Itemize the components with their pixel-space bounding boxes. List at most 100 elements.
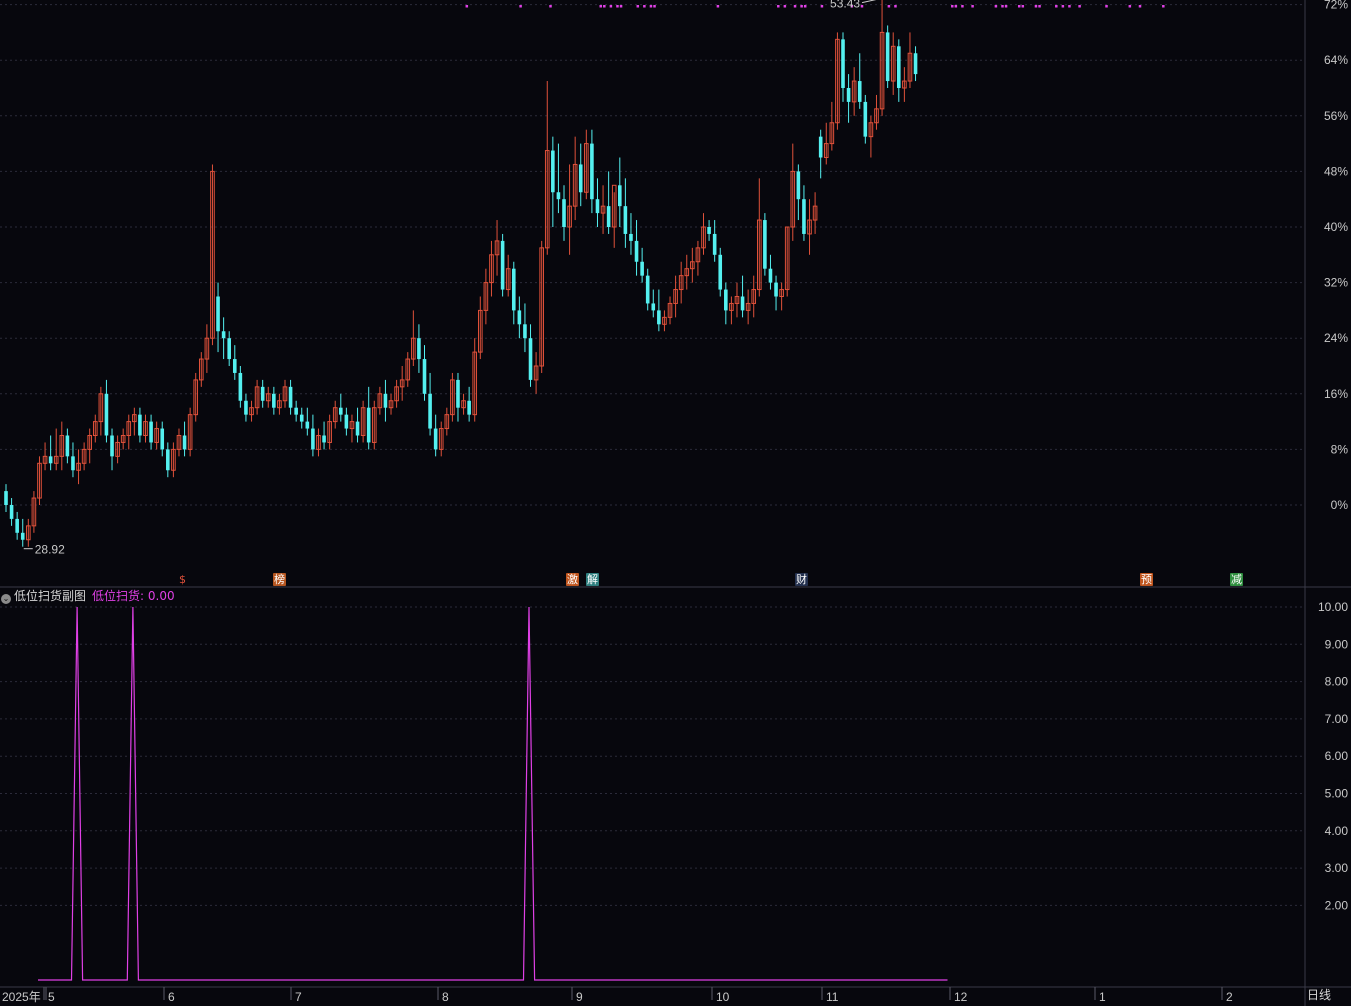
candle-body xyxy=(913,53,918,75)
candle-body xyxy=(818,136,823,158)
candle-body xyxy=(556,192,561,200)
signal-dot xyxy=(894,5,897,8)
event-marker[interactable]: 预 xyxy=(1140,573,1153,586)
signal-dot xyxy=(994,5,998,8)
signal-dot xyxy=(1021,5,1025,8)
candle-body xyxy=(562,199,566,227)
candle-body xyxy=(629,233,633,241)
candle-body xyxy=(712,233,717,255)
candle-body xyxy=(20,532,25,540)
signal-dot xyxy=(1105,5,1108,8)
candle-body xyxy=(355,421,360,436)
candle-body xyxy=(740,296,745,311)
x-tick-label: 1 xyxy=(1099,990,1106,1004)
x-tick-label: 12 xyxy=(954,990,968,1004)
indicator-y-tick-label: 2.00 xyxy=(1325,898,1349,912)
candle-body xyxy=(645,275,650,304)
candle-body xyxy=(322,435,326,443)
signal-dot xyxy=(636,5,640,8)
dollar-icon[interactable]: $ xyxy=(176,573,189,586)
signal-dot xyxy=(1061,5,1065,8)
candle-body xyxy=(4,491,8,505)
candle-body xyxy=(846,88,851,102)
candle-body xyxy=(623,206,628,234)
signal-dot xyxy=(599,5,602,8)
signal-dot xyxy=(1055,5,1058,8)
candle-body xyxy=(590,143,594,200)
event-marker[interactable]: 解 xyxy=(586,573,599,586)
candle-body xyxy=(138,414,142,436)
candle-body xyxy=(433,428,438,450)
low-price-label: 28.92 xyxy=(35,543,65,557)
x-tick-label: 10 xyxy=(716,990,730,1004)
candle-body xyxy=(724,289,728,311)
price-y-tick-label: 8% xyxy=(1331,442,1349,456)
signal-dot xyxy=(649,5,653,8)
candle-body xyxy=(182,435,187,450)
candle-body xyxy=(232,359,237,373)
signal-dot xyxy=(1068,5,1071,8)
candle-body xyxy=(48,456,53,464)
x-tick-label: 6 xyxy=(168,990,175,1004)
signal-dot xyxy=(793,5,797,8)
candle-body xyxy=(606,206,611,227)
price-y-tick-label: 56% xyxy=(1324,109,1348,123)
candle-body xyxy=(104,393,109,436)
signal-dot xyxy=(549,5,552,8)
indicator-y-tick-label: 7.00 xyxy=(1325,712,1349,726)
x-tick-label: 7 xyxy=(295,990,302,1004)
signal-dot xyxy=(619,5,623,8)
candle-body xyxy=(595,199,600,214)
candle-body xyxy=(260,386,265,401)
candle-body xyxy=(578,164,583,193)
high-price-label: 53.43 xyxy=(830,0,860,11)
candle-body xyxy=(523,324,527,339)
candle-body xyxy=(9,505,14,519)
candle-body xyxy=(366,407,371,443)
x-tick-label: 9 xyxy=(576,990,583,1004)
period-button[interactable]: 日线 xyxy=(1307,986,1331,1003)
price-y-tick-label: 72% xyxy=(1324,0,1348,12)
event-marker[interactable]: 减 xyxy=(1230,573,1243,586)
candle-body xyxy=(383,393,388,408)
price-y-tick-label: 16% xyxy=(1324,387,1348,401)
event-marker[interactable]: 激 xyxy=(566,573,579,586)
candle-body xyxy=(857,81,862,102)
signal-dot xyxy=(1138,5,1142,8)
x-tick-label: 2 xyxy=(1226,990,1233,1004)
signal-dot xyxy=(860,5,864,8)
candle-body xyxy=(339,407,343,415)
signal-dot xyxy=(643,5,646,8)
candle-body xyxy=(456,379,460,408)
signal-dot xyxy=(716,5,720,8)
signal-dot xyxy=(1017,5,1021,8)
signal-dot xyxy=(1078,5,1081,8)
indicator-y-tick-label: 5.00 xyxy=(1325,787,1349,801)
indicator-header: ⌄ 低位扫货副图 低位扫货: 0.00 xyxy=(0,588,175,604)
signal-dot xyxy=(1004,5,1008,8)
candle-body xyxy=(238,372,243,401)
candle-body xyxy=(417,338,421,360)
candle-body xyxy=(467,400,471,415)
candle-body xyxy=(221,331,226,339)
signal-dot xyxy=(519,5,522,8)
signal-dot xyxy=(951,5,954,8)
signal-dot xyxy=(954,5,958,8)
event-marker[interactable]: 财 xyxy=(795,573,808,586)
event-marker[interactable]: 榜 xyxy=(273,573,286,586)
candle-body xyxy=(227,338,231,360)
candle-body xyxy=(528,338,533,380)
candle-body xyxy=(244,400,248,415)
candle-body xyxy=(551,150,555,193)
candle-body xyxy=(71,456,75,471)
candle-body xyxy=(422,359,427,394)
indicator-y-tick-label: 10.00 xyxy=(1318,600,1348,614)
candle-body xyxy=(305,421,310,429)
candle-body xyxy=(344,414,349,429)
candle-body xyxy=(500,240,505,290)
signal-dot xyxy=(800,5,803,8)
candle-body xyxy=(65,435,70,457)
collapse-chevron-icon[interactable]: ⌄ xyxy=(1,594,11,604)
price-y-tick-label: 0% xyxy=(1331,498,1349,512)
stock-chart[interactable]: 72% 64% 56% 48% 40% 32% 24% 16% 8% 0% 10.00 9.00 8.0… xyxy=(0,0,1351,1006)
